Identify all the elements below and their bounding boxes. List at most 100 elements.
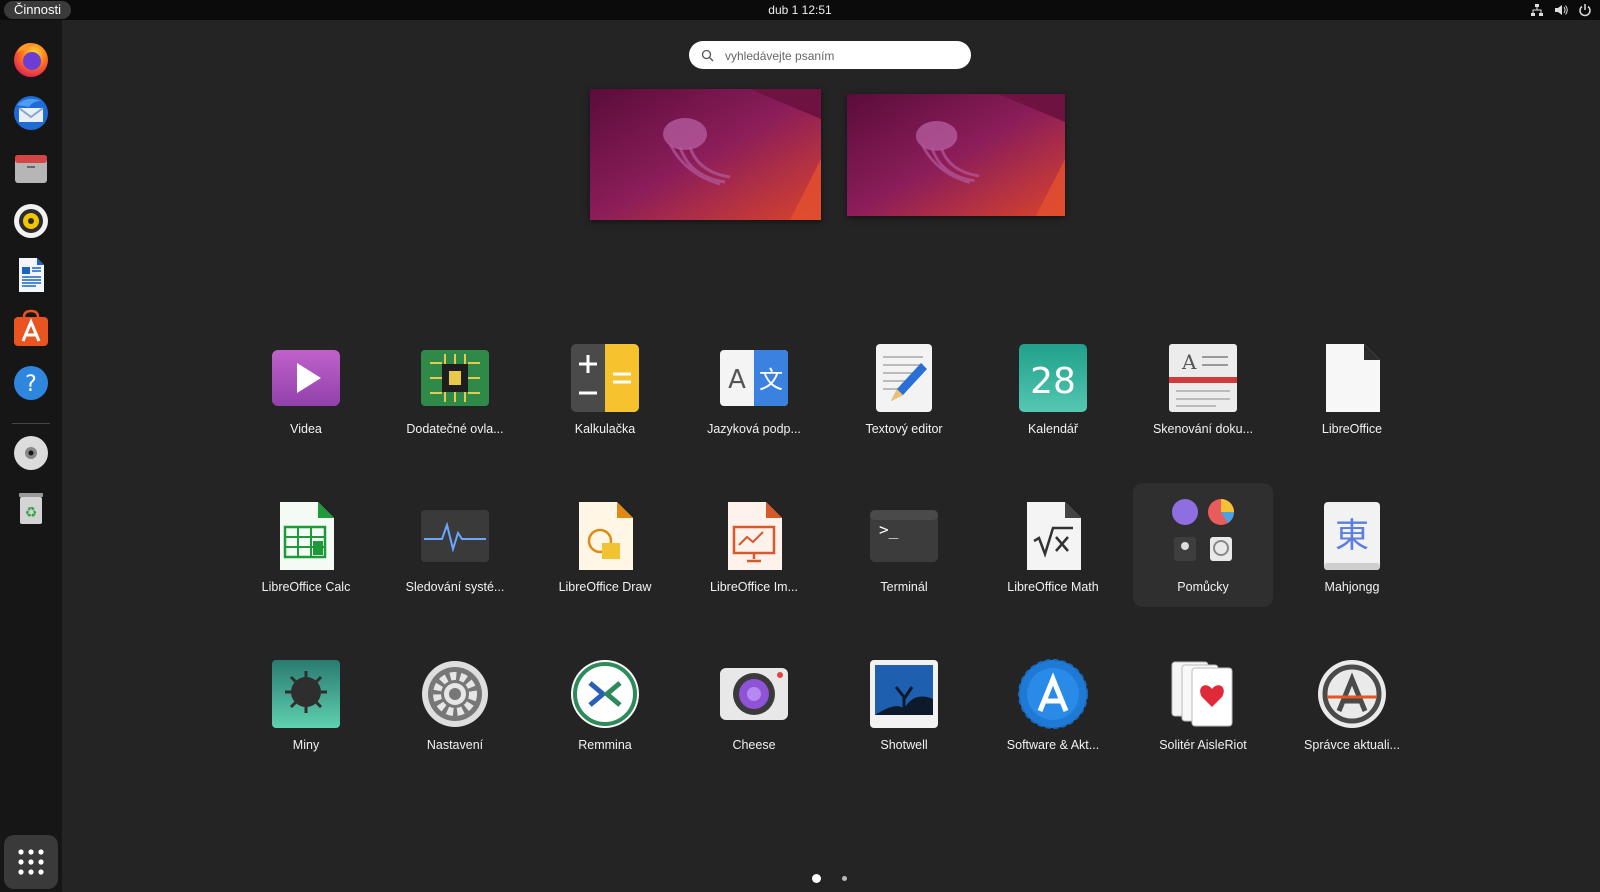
app-label: Skenování doku...: [1152, 422, 1254, 436]
app-libreoffice[interactable]: LibreOffice: [1282, 337, 1422, 457]
app-label: LibreOffice Math: [1007, 580, 1099, 594]
wallpaper-jellyfish-image: [847, 94, 1065, 216]
libreoffice-writer-icon: [19, 258, 44, 292]
calendar-day-number: 28: [1030, 361, 1076, 402]
network-icon[interactable]: [1530, 3, 1544, 17]
search-icon: [701, 49, 714, 62]
top-bar: Činnosti dub 1 12:51: [0, 0, 1600, 20]
app-terminal[interactable]: >_ Terminál: [834, 495, 974, 615]
power-icon[interactable]: [1578, 3, 1592, 17]
utilities-folder-icon: [1172, 499, 1235, 561]
system-tray[interactable]: [1530, 0, 1592, 20]
clock: dub 1 12:51: [0, 0, 1600, 20]
mahjongg-icon: 東: [1324, 502, 1380, 570]
app-libreoffice-math[interactable]: LibreOffice Math: [983, 495, 1123, 615]
show-apps-grid-icon: [18, 849, 44, 875]
app-remmina[interactable]: Remmina: [535, 653, 675, 773]
language-icon: A 文: [720, 350, 788, 406]
app-label: LibreOffice: [1321, 422, 1383, 436]
dock: ? ♻: [0, 20, 62, 892]
libreoffice-icon: [1326, 344, 1380, 412]
app-label: Pomůcky: [1177, 580, 1229, 594]
chip-icon: [421, 350, 489, 406]
activities-button[interactable]: Činnosti: [4, 1, 71, 19]
app-libreoffice-calc[interactable]: LibreOffice Calc: [236, 495, 376, 615]
app-label: Cheese: [732, 738, 776, 752]
app-folder-utilities[interactable]: Pomůcky: [1133, 483, 1273, 607]
workspace-thumbnail-1[interactable]: [590, 89, 821, 220]
scanner-icon: A: [1169, 344, 1237, 412]
page-indicator: [0, 874, 1600, 886]
dock-item-trash[interactable]: ♻: [8, 484, 54, 530]
app-system-monitor[interactable]: Sledování systé...: [385, 495, 525, 615]
playing-cards-icon: [1171, 661, 1233, 727]
svg-text:?: ?: [25, 372, 37, 397]
app-libreoffice-impress[interactable]: LibreOffice Im...: [684, 495, 824, 615]
app-additional-drivers[interactable]: Dodatečné ovla...: [385, 337, 525, 457]
svg-text:A: A: [1181, 350, 1197, 374]
software-properties-icon: [1018, 659, 1088, 729]
app-label: Mahjongg: [1324, 580, 1380, 594]
mines-icon: [272, 660, 340, 728]
app-label: Kalkulačka: [574, 422, 636, 436]
search-input[interactable]: [723, 44, 963, 68]
app-mahjongg[interactable]: 東 Mahjongg: [1282, 495, 1422, 615]
dock-item-help[interactable]: ?: [8, 360, 54, 406]
clock-button[interactable]: dub 1 12:51: [760, 3, 839, 17]
search-box[interactable]: [689, 41, 971, 69]
dock-item-app-center[interactable]: [8, 306, 54, 352]
svg-text:♻: ♻: [25, 505, 38, 521]
app-label: Terminál: [880, 580, 928, 594]
app-calendar[interactable]: 28 Kalendář: [983, 337, 1123, 457]
app-libreoffice-draw[interactable]: LibreOffice Draw: [535, 495, 675, 615]
thunderbird-icon: [14, 96, 48, 130]
app-label: Nastavení: [426, 738, 484, 752]
app-label: Sledování systé...: [405, 580, 505, 594]
app-videa[interactable]: Videa: [236, 337, 376, 457]
shotwell-icon: [870, 660, 938, 728]
app-document-scanner[interactable]: A Skenování doku...: [1133, 337, 1273, 457]
app-calculator[interactable]: Kalkulačka: [535, 337, 675, 457]
page-dot-1-active[interactable]: [812, 874, 821, 883]
app-label: LibreOffice Calc: [261, 580, 351, 594]
app-label: Správce aktuali...: [1304, 738, 1400, 752]
dock-item-files[interactable]: [8, 144, 54, 190]
text-editor-icon: [876, 344, 932, 412]
app-text-editor[interactable]: Textový editor: [834, 337, 974, 457]
app-mines[interactable]: Miny: [236, 653, 376, 773]
libreoffice-impress-icon: [728, 502, 782, 570]
app-label: Software & Akt...: [1006, 738, 1100, 752]
app-label: Shotwell: [880, 738, 928, 752]
dock-item-firefox[interactable]: [8, 36, 54, 82]
calculator-icon: [571, 344, 639, 412]
wallpaper-jellyfish-image: [590, 89, 821, 220]
terminal-icon: >_: [870, 510, 938, 562]
dock-item-thunderbird[interactable]: [8, 90, 54, 136]
system-monitor-icon: [421, 510, 489, 562]
app-settings[interactable]: Nastavení: [385, 653, 525, 773]
app-label: Jazyková podp...: [707, 422, 801, 436]
app-label: Kalendář: [1027, 422, 1079, 436]
volume-icon[interactable]: [1554, 3, 1568, 17]
optical-disc-icon: [14, 436, 48, 470]
app-label: LibreOffice Draw: [558, 580, 652, 594]
remmina-icon: [571, 660, 639, 728]
mahjongg-tile-glyph: 東: [1335, 516, 1369, 556]
workspace-thumbnail-2[interactable]: [847, 94, 1065, 216]
app-cheese[interactable]: Cheese: [684, 653, 824, 773]
svg-text:文: 文: [759, 366, 783, 394]
app-label: Videa: [290, 422, 322, 436]
dock-item-libreoffice-writer[interactable]: [8, 252, 54, 298]
app-software-updates[interactable]: Software & Akt...: [983, 653, 1123, 773]
app-shotwell[interactable]: Shotwell: [834, 653, 974, 773]
firefox-icon: [14, 43, 48, 77]
app-label: Remmina: [578, 738, 632, 752]
trash-icon: ♻: [19, 493, 43, 524]
app-aisleriot-solitaire[interactable]: Solitér AisleRiot: [1133, 653, 1273, 773]
page-dot-2[interactable]: [842, 876, 847, 881]
dock-item-rhythmbox[interactable]: [8, 198, 54, 244]
calendar-icon: 28: [1019, 344, 1087, 412]
dock-item-optical-disc[interactable]: [8, 430, 54, 476]
app-language-support[interactable]: A 文 Jazyková podp...: [684, 337, 824, 457]
app-update-manager[interactable]: Správce aktuali...: [1282, 653, 1422, 773]
